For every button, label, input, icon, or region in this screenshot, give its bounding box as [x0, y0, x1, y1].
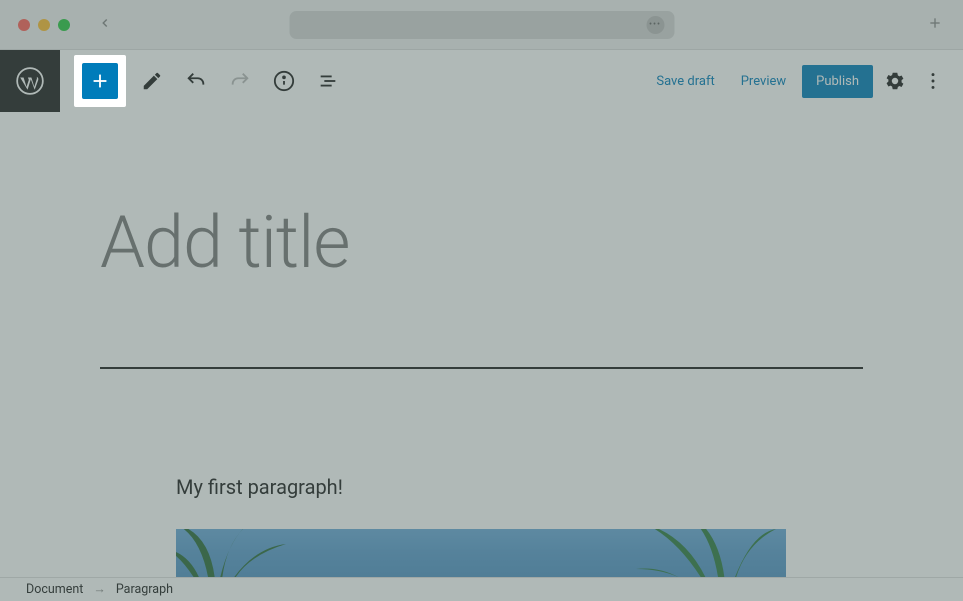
- preview-button[interactable]: Preview: [731, 66, 796, 97]
- breadcrumb-current[interactable]: Paragraph: [116, 582, 173, 597]
- minimize-window[interactable]: [38, 19, 50, 31]
- header-right: Save draft Preview Publish: [646, 65, 963, 98]
- edit-mode-button[interactable]: [134, 63, 170, 99]
- back-button[interactable]: [98, 15, 112, 34]
- block-breadcrumb: Document → Paragraph: [0, 577, 963, 601]
- close-window[interactable]: [18, 19, 30, 31]
- editor-canvas: Add title My first paragraph!: [0, 112, 963, 577]
- settings-button[interactable]: [879, 70, 911, 92]
- add-block-button[interactable]: [82, 63, 118, 99]
- kebab-icon: [922, 70, 944, 92]
- publish-button[interactable]: Publish: [802, 65, 873, 98]
- outline-icon: [317, 70, 339, 92]
- info-button[interactable]: [266, 63, 302, 99]
- save-draft-button[interactable]: Save draft: [646, 66, 724, 97]
- post-title-input[interactable]: Add title: [100, 200, 863, 285]
- plus-icon: [89, 70, 111, 92]
- undo-icon: [185, 70, 207, 92]
- undo-button[interactable]: [178, 63, 214, 99]
- new-tab-button[interactable]: [927, 15, 943, 35]
- browser-titlebar: •••: [0, 0, 963, 50]
- pencil-icon: [141, 70, 163, 92]
- info-icon: [273, 70, 295, 92]
- gear-icon: [884, 70, 906, 92]
- site-options-icon[interactable]: •••: [646, 16, 664, 34]
- redo-button[interactable]: [222, 63, 258, 99]
- toolbar-left: [74, 55, 346, 107]
- paragraph-block[interactable]: My first paragraph!: [176, 475, 963, 499]
- redo-icon: [229, 70, 251, 92]
- separator-block[interactable]: [100, 367, 863, 369]
- address-bar[interactable]: •••: [289, 11, 674, 39]
- breadcrumb-root[interactable]: Document: [26, 582, 83, 597]
- wordpress-logo[interactable]: [0, 50, 60, 112]
- more-options-button[interactable]: [917, 70, 949, 92]
- maximize-window[interactable]: [58, 19, 70, 31]
- traffic-lights: [18, 19, 70, 31]
- outline-button[interactable]: [310, 63, 346, 99]
- breadcrumb-arrow-icon: →: [93, 582, 106, 597]
- image-block[interactable]: [176, 529, 786, 577]
- editor-header: Save draft Preview Publish: [0, 50, 963, 112]
- add-block-highlight: [74, 55, 126, 107]
